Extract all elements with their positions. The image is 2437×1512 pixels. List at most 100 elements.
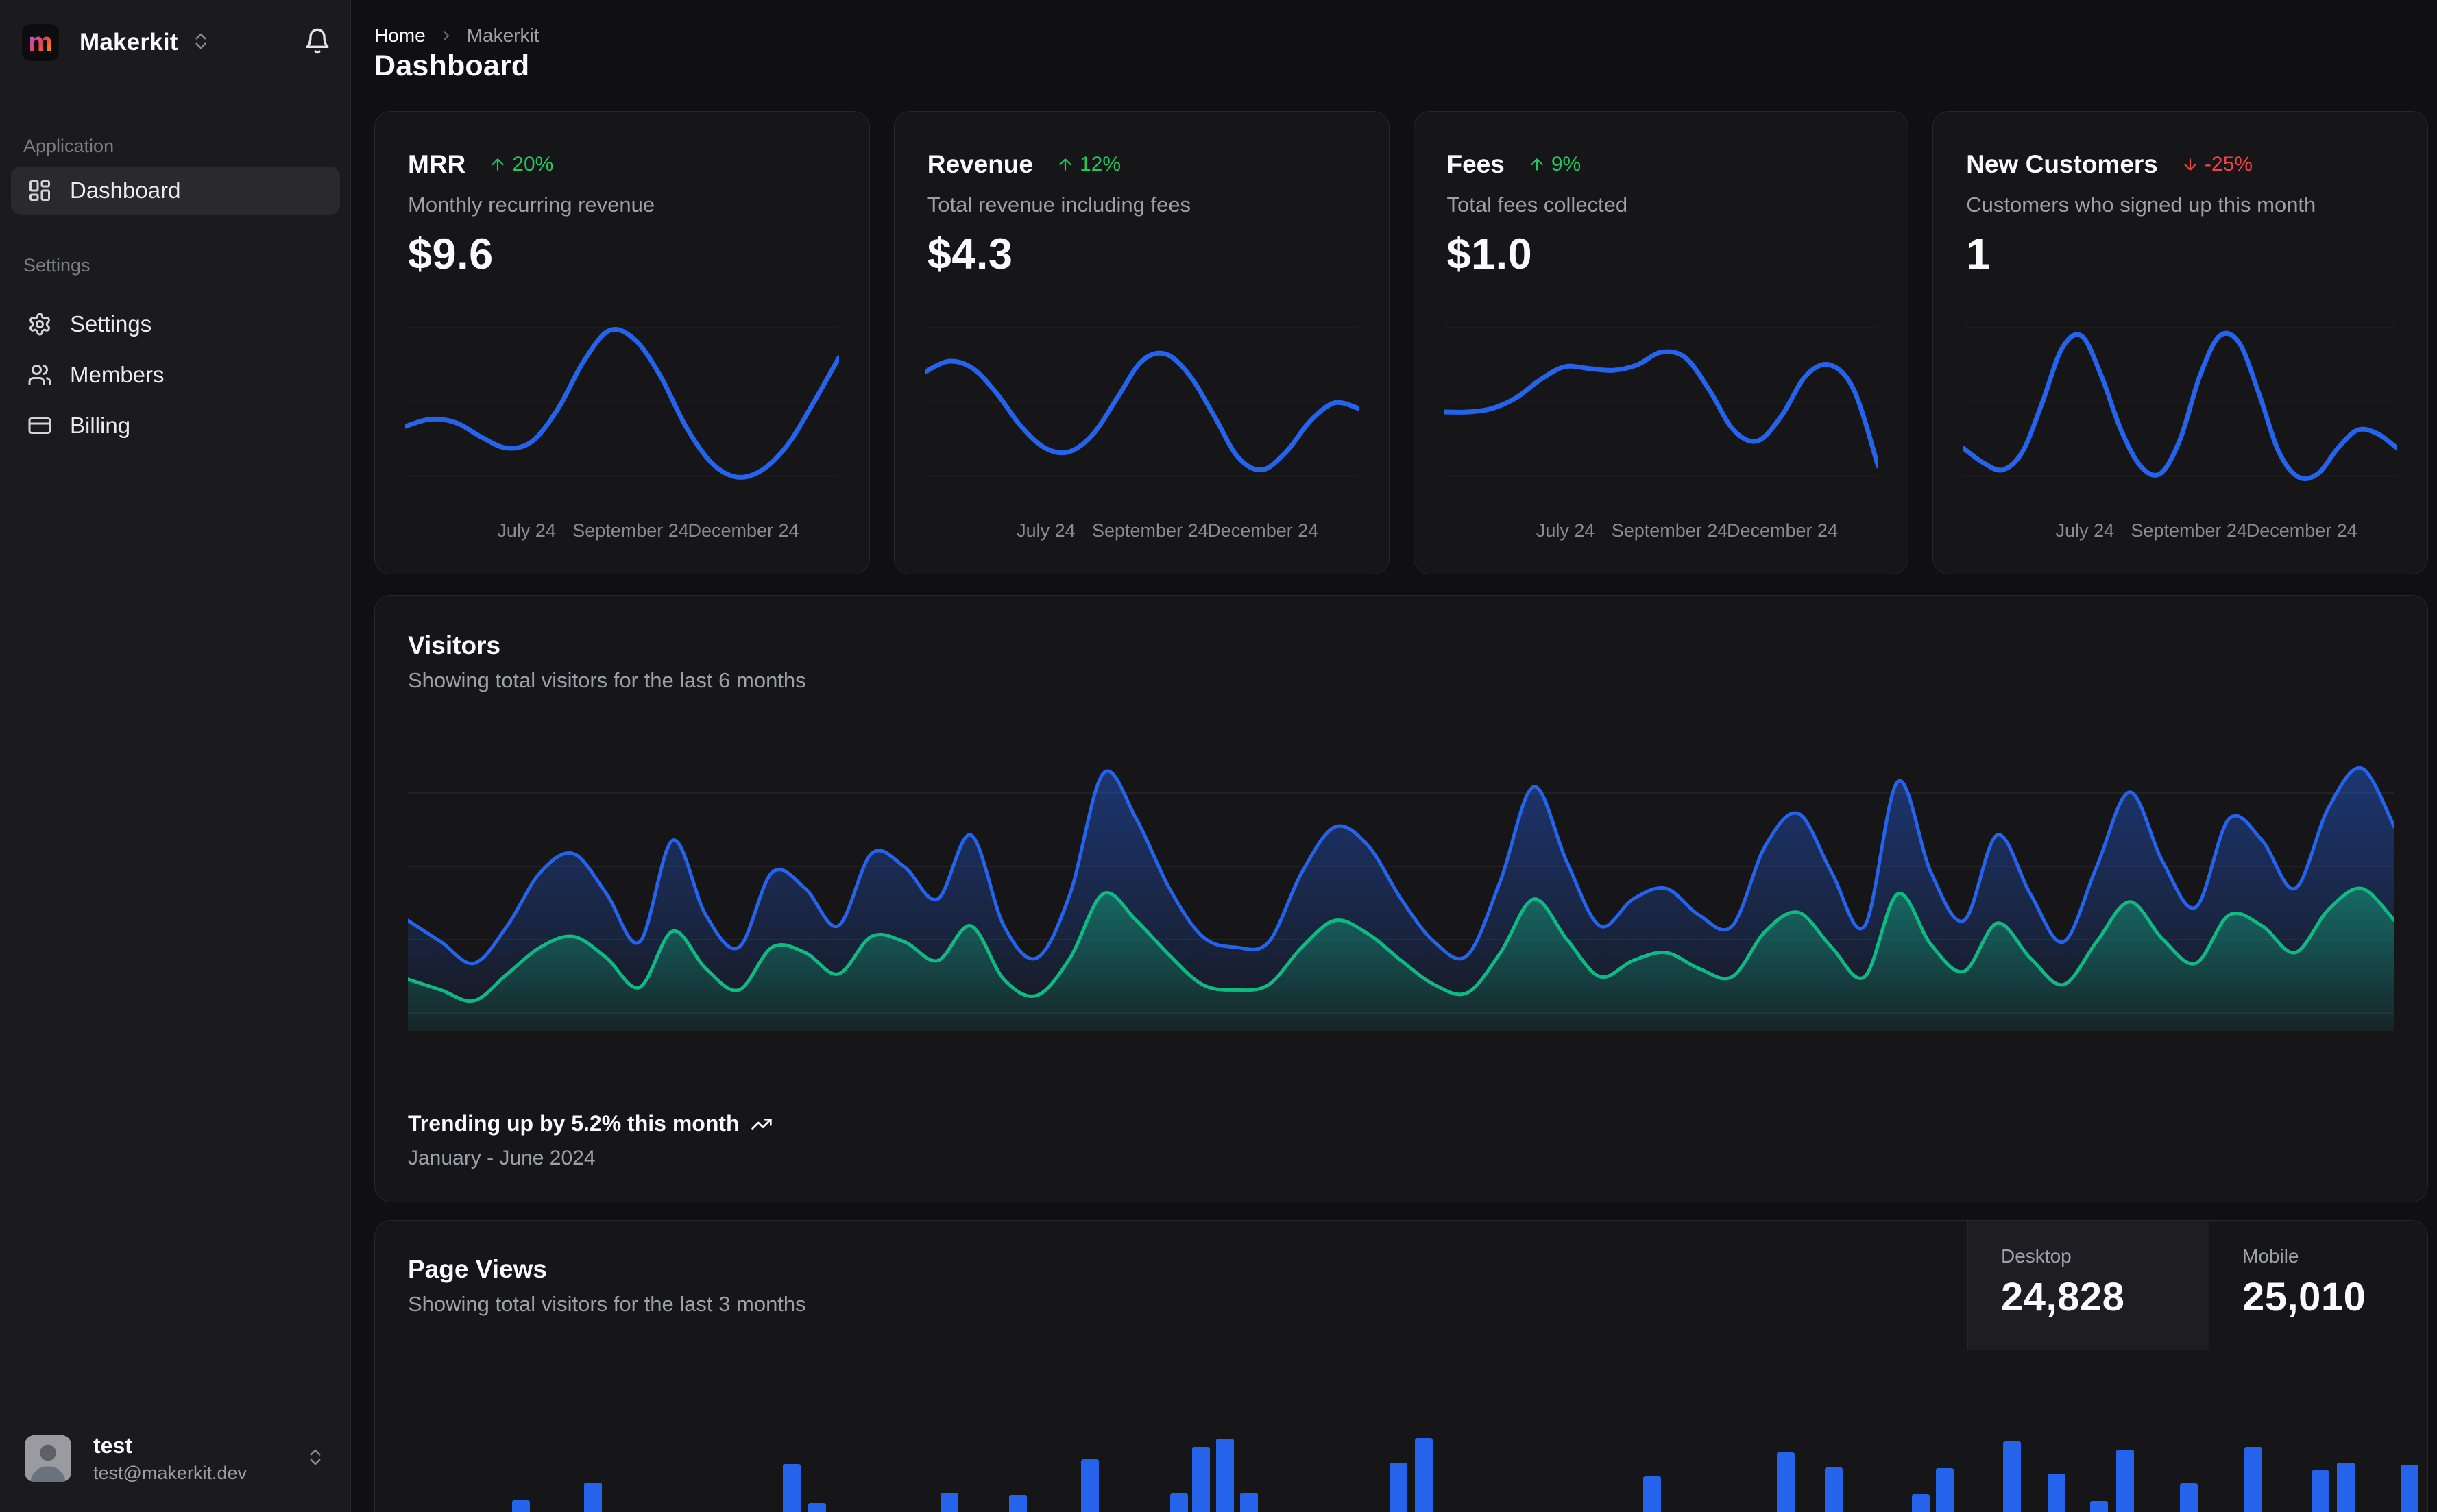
avatar: [25, 1435, 71, 1482]
revenue-sparkline-chart: [924, 312, 1359, 512]
stat-value: 1: [1966, 230, 1991, 278]
bar: [783, 1464, 801, 1512]
bar: [1009, 1495, 1027, 1512]
bar: [1825, 1467, 1843, 1512]
bar: [941, 1493, 958, 1512]
fees-sparkline: [1444, 349, 1878, 469]
trend-badge: 20%: [489, 153, 553, 176]
trend-badge: -25%: [2181, 153, 2253, 176]
bar: [1415, 1438, 1433, 1512]
page-views-title: Page Views: [408, 1255, 547, 1283]
sidebar-item-label: Settings: [70, 311, 152, 337]
visitors-footer-period: January - June 2024: [408, 1147, 596, 1169]
arrow-up-icon: [1059, 158, 1071, 171]
bar: [1170, 1493, 1188, 1512]
page-views-header: Page Views Showing total visitors for th…: [375, 1221, 2427, 1350]
bar: [2003, 1441, 2021, 1512]
page-views-card: Page Views Showing total visitors for th…: [374, 1220, 2428, 1512]
stat-card-fees: Fees 9% Total fees collected $1.0 July 2…: [1413, 111, 1909, 574]
logo-letter: m: [28, 27, 53, 58]
workspace-name[interactable]: Makerkit: [80, 29, 178, 56]
visitors-card: Visitors Showing total visitors for the …: [374, 595, 2428, 1202]
mrr-sparkline: [405, 326, 839, 480]
visitors-title: Visitors: [408, 631, 501, 659]
bar: [2244, 1447, 2262, 1512]
breadcrumb-home-link[interactable]: Home: [374, 25, 426, 47]
page-views-bar-chart: [375, 1350, 2427, 1512]
tab-value: 25,010: [2242, 1275, 2366, 1319]
revenue-sparkline: [924, 350, 1359, 473]
bar: [1777, 1452, 1795, 1512]
sidebar-item-dashboard[interactable]: Dashboard: [11, 167, 340, 215]
arrow-up-icon: [1531, 158, 1543, 171]
x-axis-label: September 24: [1611, 520, 1728, 541]
arrow-down-icon: [2184, 158, 2196, 171]
stat-description: Total fees collected: [1446, 193, 1628, 217]
sidebar-item-label: Members: [70, 362, 165, 387]
stat-description: Total revenue including fees: [927, 193, 1191, 217]
sidebar-item-label: Billing: [70, 413, 131, 438]
stat-title: Fees: [1446, 150, 1505, 178]
bar: [1643, 1476, 1661, 1512]
x-axis-label: July 24: [1017, 520, 1076, 541]
bar: [2116, 1450, 2134, 1512]
layout-dashboard-icon: [27, 178, 52, 203]
page-views-tabs: Desktop 24,828 Mobile 25,010: [1967, 1221, 2427, 1350]
user-menu[interactable]: test test@makerkit.dev: [0, 1405, 350, 1512]
page-title: Dashboard: [374, 49, 530, 82]
page-views-subtitle: Showing total visitors for the last 3 mo…: [408, 1292, 806, 1316]
chevrons-up-down-icon[interactable]: [191, 31, 211, 55]
stat-description: Customers who signed up this month: [1966, 193, 2316, 217]
chevron-right-icon: [438, 27, 454, 44]
stat-cards-row: MRR 20% Monthly recurring revenue $9.6 J…: [374, 111, 2428, 574]
x-axis-label: December 24: [1726, 520, 1839, 541]
x-axis-label: September 24: [2131, 520, 2248, 541]
sparkline-x-labels: July 24 September 24 December 24: [405, 520, 839, 544]
tab-desktop[interactable]: Desktop 24,828: [1967, 1221, 2209, 1350]
trend-badge: 12%: [1056, 153, 1121, 176]
sidebar-item-members[interactable]: Members: [11, 351, 340, 399]
tab-mobile[interactable]: Mobile 25,010: [2209, 1221, 2427, 1350]
bell-icon[interactable]: [304, 27, 331, 58]
makerkit-logo[interactable]: m: [22, 24, 59, 61]
x-axis-label: September 24: [572, 520, 689, 541]
new-customers-sparkline-chart: [1963, 312, 2397, 512]
bar: [1192, 1447, 1210, 1512]
arrow-up-icon: [492, 158, 504, 171]
section-label-application: Application: [23, 136, 114, 156]
bar: [1912, 1494, 1930, 1512]
workspace-header: m Makerkit: [22, 23, 331, 62]
bar: [2337, 1463, 2355, 1512]
bar: [2180, 1483, 2198, 1512]
stat-card-revenue: Revenue 12% Total revenue including fees…: [893, 111, 1390, 574]
bar: [2312, 1470, 2329, 1512]
user-email: test@makerkit.dev: [93, 1463, 247, 1483]
x-axis-label: December 24: [688, 520, 799, 541]
breadcrumb-current: Makerkit: [466, 25, 539, 46]
visitors-area-chart: [408, 720, 2394, 1031]
sidebar-item-billing[interactable]: Billing: [11, 402, 340, 450]
sidebar-item-label: Dashboard: [70, 178, 181, 203]
visitors-subtitle: Showing total visitors for the last 6 mo…: [408, 668, 806, 692]
chevrons-up-down-icon: [305, 1447, 326, 1471]
x-axis-label: December 24: [1207, 520, 1319, 541]
sidebar-item-settings[interactable]: Settings: [11, 300, 340, 348]
visitors-footer-headline: Trending up by 5.2% this month: [408, 1111, 773, 1136]
dashboard-page: m Makerkit Application Dashboard Setting…: [0, 0, 2437, 1512]
gear-icon: [27, 312, 52, 337]
sparkline-x-labels: July 24 September 24 December 24: [925, 520, 1359, 544]
bar: [808, 1503, 826, 1512]
fees-sparkline-chart: [1444, 312, 1878, 512]
stat-title: New Customers: [1966, 150, 2158, 178]
sidebar: m Makerkit Application Dashboard Setting…: [0, 0, 351, 1512]
bar: [1240, 1493, 1258, 1512]
stat-value: $9.6: [408, 230, 494, 278]
tab-value: 24,828: [2001, 1275, 2125, 1319]
sparkline-x-labels: July 24 September 24 December 24: [1444, 520, 1878, 544]
credit-card-icon: [27, 413, 52, 438]
bar: [2401, 1465, 2418, 1512]
user-name: test: [93, 1433, 132, 1458]
stat-card-mrr: MRR 20% Monthly recurring revenue $9.6 J…: [374, 111, 870, 574]
trending-up-icon: [751, 1118, 772, 1130]
stat-description: Monthly recurring revenue: [408, 193, 655, 217]
